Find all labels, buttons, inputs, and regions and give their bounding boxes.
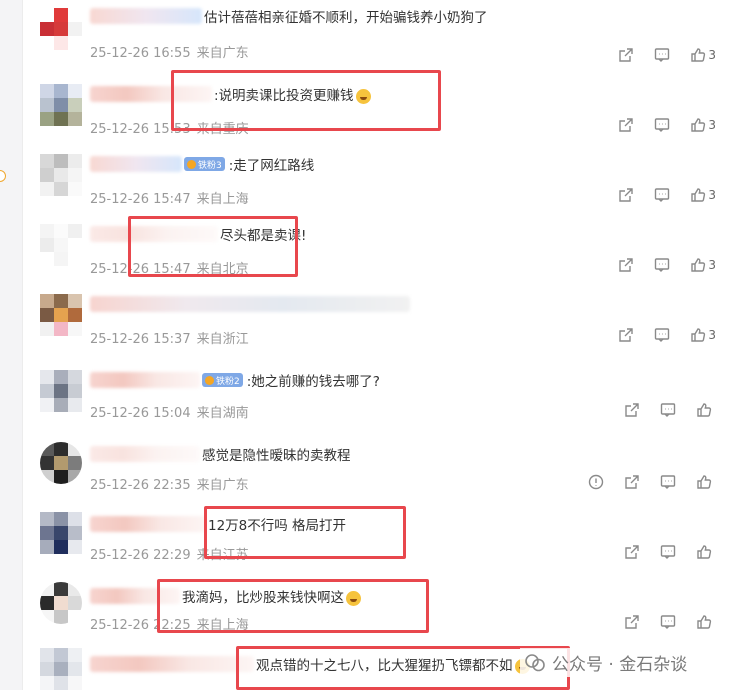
watermark-text: 公众号 · 金石杂谈 — [552, 655, 688, 675]
thumb-up-icon — [697, 545, 712, 559]
comment-location: 来自广东 — [196, 478, 249, 493]
fan-badge-icon — [205, 375, 214, 385]
like-button[interactable]: 3 — [680, 184, 716, 206]
comment-meta: 25-12-26 15:47 来自上海 — [90, 188, 255, 207]
share-icon[interactable] — [614, 471, 650, 493]
highlight-box — [204, 506, 406, 559]
avatar[interactable] — [40, 154, 82, 196]
comment-text: 估计蓓蓓相亲征婚不顺利，开始骗钱养小奶狗了 — [204, 10, 488, 26]
comment-meta: 25-12-26 15:37 来自浙江 — [90, 328, 255, 347]
highlight-box — [157, 579, 429, 633]
comment-icon[interactable] — [644, 114, 680, 136]
comment-date: 25-12-26 22:35 — [90, 478, 191, 493]
avatar[interactable] — [40, 84, 82, 126]
comment-meta: 25-12-26 15:04 来自湖南 — [90, 402, 255, 421]
comment-meta: 25-12-26 22:35 来自广东 — [90, 474, 255, 493]
comment-item: 铁粉3:走了网红路线 25-12-26 15:47 来自上海 3 — [40, 146, 730, 216]
comment-date: 25-12-26 22:29 — [90, 548, 191, 563]
avatar[interactable] — [40, 582, 82, 624]
like-button[interactable]: 3 — [680, 114, 716, 136]
comment-text: :走了网红路线 — [228, 158, 315, 174]
watermark: 公众号 · 金石杂谈 — [520, 648, 692, 677]
avatar[interactable] — [40, 512, 82, 554]
comment-text: :她之前赚的钱去哪了? — [246, 374, 380, 390]
comment-location: 来自广东 — [196, 46, 249, 61]
username-blurred[interactable] — [90, 656, 254, 672]
comment-icon[interactable] — [644, 324, 680, 346]
like-button[interactable] — [686, 471, 722, 493]
avatar[interactable] — [40, 8, 82, 50]
share-icon[interactable] — [614, 399, 650, 421]
avatar[interactable] — [40, 224, 82, 266]
comment-date: 25-12-26 15:37 — [90, 332, 191, 347]
like-button[interactable] — [686, 611, 722, 633]
left-panel-edge — [0, 0, 23, 690]
username-blurred[interactable] — [90, 8, 202, 24]
share-icon[interactable] — [608, 324, 644, 346]
like-button[interactable] — [686, 399, 722, 421]
comment-location: 来自浙江 — [196, 332, 249, 347]
fan-badge: 铁粉3 — [184, 157, 225, 171]
report-icon[interactable] — [578, 471, 614, 493]
comment-item: 估计蓓蓓相亲征婚不顺利，开始骗钱养小奶狗了 25-12-26 16:55 来自广东… — [40, 0, 730, 70]
comment-date: 25-12-26 16:55 — [90, 46, 191, 61]
fan-badge-icon — [187, 159, 196, 169]
wechat-official-account-icon — [525, 653, 545, 671]
username-blurred[interactable] — [90, 296, 410, 312]
comment-item: 25-12-26 15:37 来自浙江 3 — [40, 286, 730, 356]
username-blurred[interactable] — [90, 156, 182, 172]
avatar[interactable] — [40, 442, 82, 484]
comment-icon[interactable] — [644, 254, 680, 276]
share-icon[interactable] — [614, 541, 650, 563]
like-button[interactable]: 3 — [680, 254, 716, 276]
fan-badge: 铁粉2 — [202, 373, 243, 387]
comment-item: 感觉是隐性暧昧的卖教程 25-12-26 22:35 来自广东 — [40, 438, 730, 508]
comment-icon[interactable] — [644, 184, 680, 206]
share-icon[interactable] — [608, 114, 644, 136]
side-indicator-icon — [0, 170, 6, 182]
comment-icon[interactable] — [650, 399, 686, 421]
share-icon[interactable] — [608, 44, 644, 66]
comment-item: 铁粉2:她之前赚的钱去哪了? 25-12-26 15:04 来自湖南 — [40, 366, 730, 436]
comment-date: 25-12-26 15:04 — [90, 406, 191, 421]
like-button[interactable]: 3 — [680, 44, 716, 66]
thumb-up-icon — [697, 403, 712, 417]
thumb-up-icon — [691, 118, 706, 132]
username-blurred[interactable] — [90, 516, 206, 532]
thumb-up-icon — [691, 188, 706, 202]
avatar[interactable] — [40, 294, 82, 336]
avatar[interactable] — [40, 370, 82, 412]
share-icon[interactable] — [614, 611, 650, 633]
comment-location: 来自湖南 — [196, 406, 249, 421]
avatar[interactable] — [40, 648, 82, 690]
highlight-box — [128, 216, 298, 277]
share-icon[interactable] — [608, 184, 644, 206]
comment-icon[interactable] — [650, 611, 686, 633]
comment-location: 来自上海 — [196, 192, 249, 207]
thumb-up-icon — [697, 475, 712, 489]
thumb-up-icon — [691, 48, 706, 62]
share-icon[interactable] — [608, 254, 644, 276]
comment-icon[interactable] — [650, 471, 686, 493]
comment-icon[interactable] — [644, 44, 680, 66]
thumb-up-icon — [697, 615, 712, 629]
thumb-up-icon — [691, 328, 706, 342]
like-button[interactable]: 3 — [680, 324, 716, 346]
like-button[interactable] — [686, 541, 722, 563]
comment-icon[interactable] — [650, 541, 686, 563]
comment-date: 25-12-26 15:47 — [90, 192, 191, 207]
username-blurred[interactable] — [90, 446, 200, 462]
highlight-box — [171, 70, 441, 131]
comment-text: 感觉是隐性暧昧的卖教程 — [202, 448, 351, 464]
username-blurred[interactable] — [90, 372, 200, 388]
thumb-up-icon — [691, 258, 706, 272]
comment-meta: 25-12-26 16:55 来自广东 — [90, 42, 255, 61]
